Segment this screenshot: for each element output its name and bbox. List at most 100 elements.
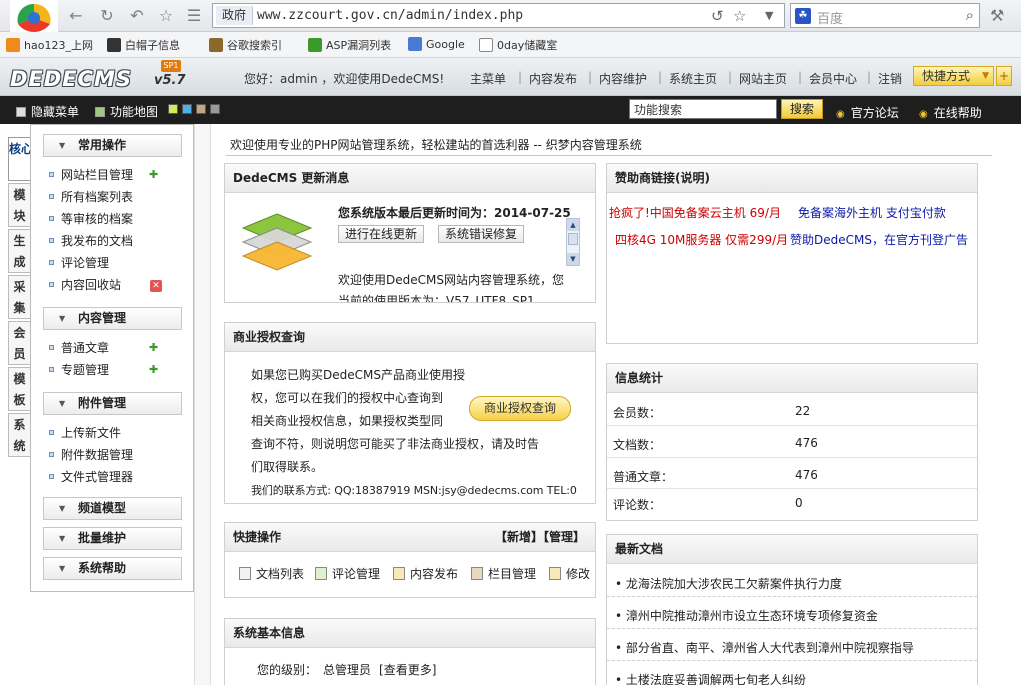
menu-group-attachment[interactable]: ▼ 附件管理	[43, 392, 182, 415]
topnav-sep: |	[798, 70, 803, 84]
star-icon[interactable]: ☆	[156, 6, 176, 26]
quick-doc-list[interactable]: 文档列表	[239, 565, 304, 582]
forum-link[interactable]: ◉ 官方论坛	[836, 104, 899, 121]
skin-blue-swatch[interactable]	[182, 104, 192, 114]
sponsor-link-2[interactable]: 免备案海外主机 支付宝付款	[798, 204, 946, 221]
sponsor-title: 赞助商链接(说明)	[607, 164, 977, 193]
refresh-icon[interactable]: ↻	[97, 6, 117, 26]
fix-error-button[interactable]: 系统错误修复	[438, 225, 525, 243]
tab-template[interactable]: 模板	[8, 367, 30, 411]
add-article-icon[interactable]: ✚	[149, 342, 161, 354]
compat-icon[interactable]: ↺	[711, 7, 724, 25]
online-update-button[interactable]: 进行在线更新	[338, 225, 425, 243]
tab-system[interactable]: 系统	[8, 413, 30, 457]
tab-module[interactable]: 模块	[8, 183, 30, 227]
favorite-star-icon[interactable]: ☆	[733, 7, 746, 25]
search-icon[interactable]: ⌕	[966, 6, 974, 24]
browser-search-input[interactable]: ☘ 百度 ⌕	[790, 3, 980, 28]
menu-item-file-manager[interactable]: 文件式管理器	[49, 468, 133, 486]
bookmark-hao123[interactable]: hao123_上网	[6, 37, 93, 53]
topnav-member[interactable]: 会员中心	[809, 70, 857, 87]
url-dropdown-icon[interactable]: ▼	[765, 9, 773, 22]
menu-item-my-docs[interactable]: 我发布的文档	[49, 232, 133, 250]
bullet-icon	[49, 238, 54, 243]
bookmark-whitehat[interactable]: 白帽子信息	[107, 37, 180, 53]
function-search-input[interactable]	[629, 99, 777, 119]
triangle-down-icon: ▼	[59, 314, 66, 323]
menu-group-batch[interactable]: ▼ 批量维护	[43, 527, 182, 550]
quick-menu-button[interactable]: 快捷方式 ▼	[913, 66, 994, 86]
menu-item-category[interactable]: 网站栏目管理	[49, 166, 133, 184]
tab-generate[interactable]: 生成	[8, 229, 30, 273]
bookmark-google-search[interactable]: 谷歌搜索引	[209, 37, 282, 53]
menu-group-channel[interactable]: ▼ 频道模型	[43, 497, 182, 520]
topnav-maintain[interactable]: 内容维护	[599, 70, 647, 87]
menu-item-all-archives[interactable]: 所有档案列表	[49, 188, 133, 206]
license-query-button[interactable]: 商业授权查询	[469, 396, 571, 421]
topnav-site-home[interactable]: 网站主页	[739, 70, 787, 87]
menu-group-help[interactable]: ▼ 系统帮助	[43, 557, 182, 580]
latest-doc-3[interactable]: • 部分省直、南平、漳州省人大代表到漳州中院视察指导	[615, 639, 914, 656]
quick-ops-actions[interactable]: 【新增】【管理】	[495, 523, 585, 552]
skin-brown-swatch[interactable]	[196, 104, 206, 114]
bullet-icon	[49, 430, 54, 435]
add-category-icon[interactable]: ✚	[149, 169, 161, 181]
sponsor-link-1[interactable]: 抢疯了!中国免备案云主机 69/月	[609, 204, 781, 221]
tools-wrench-icon[interactable]: ⚒	[990, 6, 1004, 25]
function-search-button[interactable]: 搜索	[781, 99, 823, 119]
topnav-publish[interactable]: 内容发布	[529, 70, 577, 87]
bookmark-bar: hao123_上网 白帽子信息 谷歌搜索引 ASP漏洞列表 Google 0da…	[0, 32, 1021, 58]
menu-splitter[interactable]	[194, 124, 211, 685]
undo-icon[interactable]: ↶	[127, 6, 147, 26]
menu-item-topic[interactable]: 专题管理	[49, 361, 109, 379]
back-icon[interactable]: ←	[66, 6, 86, 26]
view-more-link[interactable]: [查看更多]	[379, 663, 436, 677]
menu-group-common[interactable]: ▼ 常用操作	[43, 134, 182, 157]
latest-doc-4[interactable]: • 土楼法庭妥善调解两七旬老人纠纷	[615, 671, 806, 685]
bookmark-google[interactable]: Google	[408, 37, 465, 53]
topnav-system-home[interactable]: 系统主页	[669, 70, 717, 87]
skin-gray-swatch[interactable]	[210, 104, 220, 114]
quick-category[interactable]: 栏目管理	[471, 565, 536, 582]
hide-menu-button[interactable]: 隐藏菜单	[16, 103, 79, 120]
quick-edit[interactable]: 修改	[549, 565, 590, 582]
triangle-down-icon: ▼	[59, 141, 66, 150]
url-input[interactable]: 政府 www.zzcourt.gov.cn/admin/index.php ↺ …	[212, 3, 785, 28]
bookmark-asp[interactable]: ASP漏洞列表	[308, 37, 391, 53]
hao123-icon	[6, 38, 20, 52]
apps-icon[interactable]: ☰	[184, 6, 204, 26]
bullet-icon	[49, 474, 54, 479]
license-contact: 我们的联系方式: QQ:18387919 MSN:jsy@dedecms.com…	[251, 484, 577, 497]
menu-item-pending[interactable]: 等审核的档案	[49, 210, 133, 228]
update-scrollbar[interactable]: ▲ ▼	[566, 218, 580, 266]
comment-icon	[315, 567, 327, 580]
scroll-up-icon[interactable]: ▲	[567, 219, 579, 231]
menu-item-article[interactable]: 普通文章	[49, 339, 109, 357]
menu-item-attach-data[interactable]: 附件数据管理	[49, 446, 133, 464]
help-link[interactable]: ◉ 在线帮助	[919, 104, 982, 121]
sponsor-link-3[interactable]: 四核4G 10M服务器 仅需299/月	[615, 231, 788, 248]
clear-recycle-icon[interactable]: ✕	[150, 280, 162, 292]
scroll-thumb[interactable]	[568, 233, 578, 245]
quick-comments[interactable]: 评论管理	[315, 565, 380, 582]
menu-item-upload[interactable]: 上传新文件	[49, 424, 121, 442]
menu-group-content[interactable]: ▼ 内容管理	[43, 307, 182, 330]
greeting-text: 您好：admin ，欢迎使用DedeCMS!	[244, 72, 445, 86]
sysinfo-title: 系统基本信息	[225, 619, 595, 648]
scroll-down-icon[interactable]: ▼	[567, 253, 579, 265]
skin-green-swatch[interactable]	[168, 104, 178, 114]
latest-doc-1[interactable]: • 龙海法院加大涉农民工欠薪案件执行力度	[615, 575, 842, 592]
tab-collect[interactable]: 采集	[8, 275, 30, 319]
add-quick-icon[interactable]: +	[996, 66, 1012, 86]
latest-doc-2[interactable]: • 漳州中院推动漳州市设立生态环境专项修复资金	[615, 607, 878, 624]
sponsor-link-4[interactable]: 赞助DedeCMS，在官方刊登广告	[790, 231, 968, 248]
bookmark-0day[interactable]: 0day储藏室	[479, 37, 557, 53]
topnav-logout[interactable]: 注销	[878, 70, 902, 87]
topnav-main-menu[interactable]: 主菜单	[470, 70, 506, 87]
quick-publish[interactable]: 内容发布	[393, 565, 458, 582]
menu-item-recycle[interactable]: 内容回收站	[49, 276, 121, 294]
site-map-button[interactable]: 功能地图	[95, 103, 158, 120]
menu-item-comments[interactable]: 评论管理	[49, 254, 109, 272]
add-topic-icon[interactable]: ✚	[149, 364, 161, 376]
tab-member[interactable]: 会员	[8, 321, 30, 365]
